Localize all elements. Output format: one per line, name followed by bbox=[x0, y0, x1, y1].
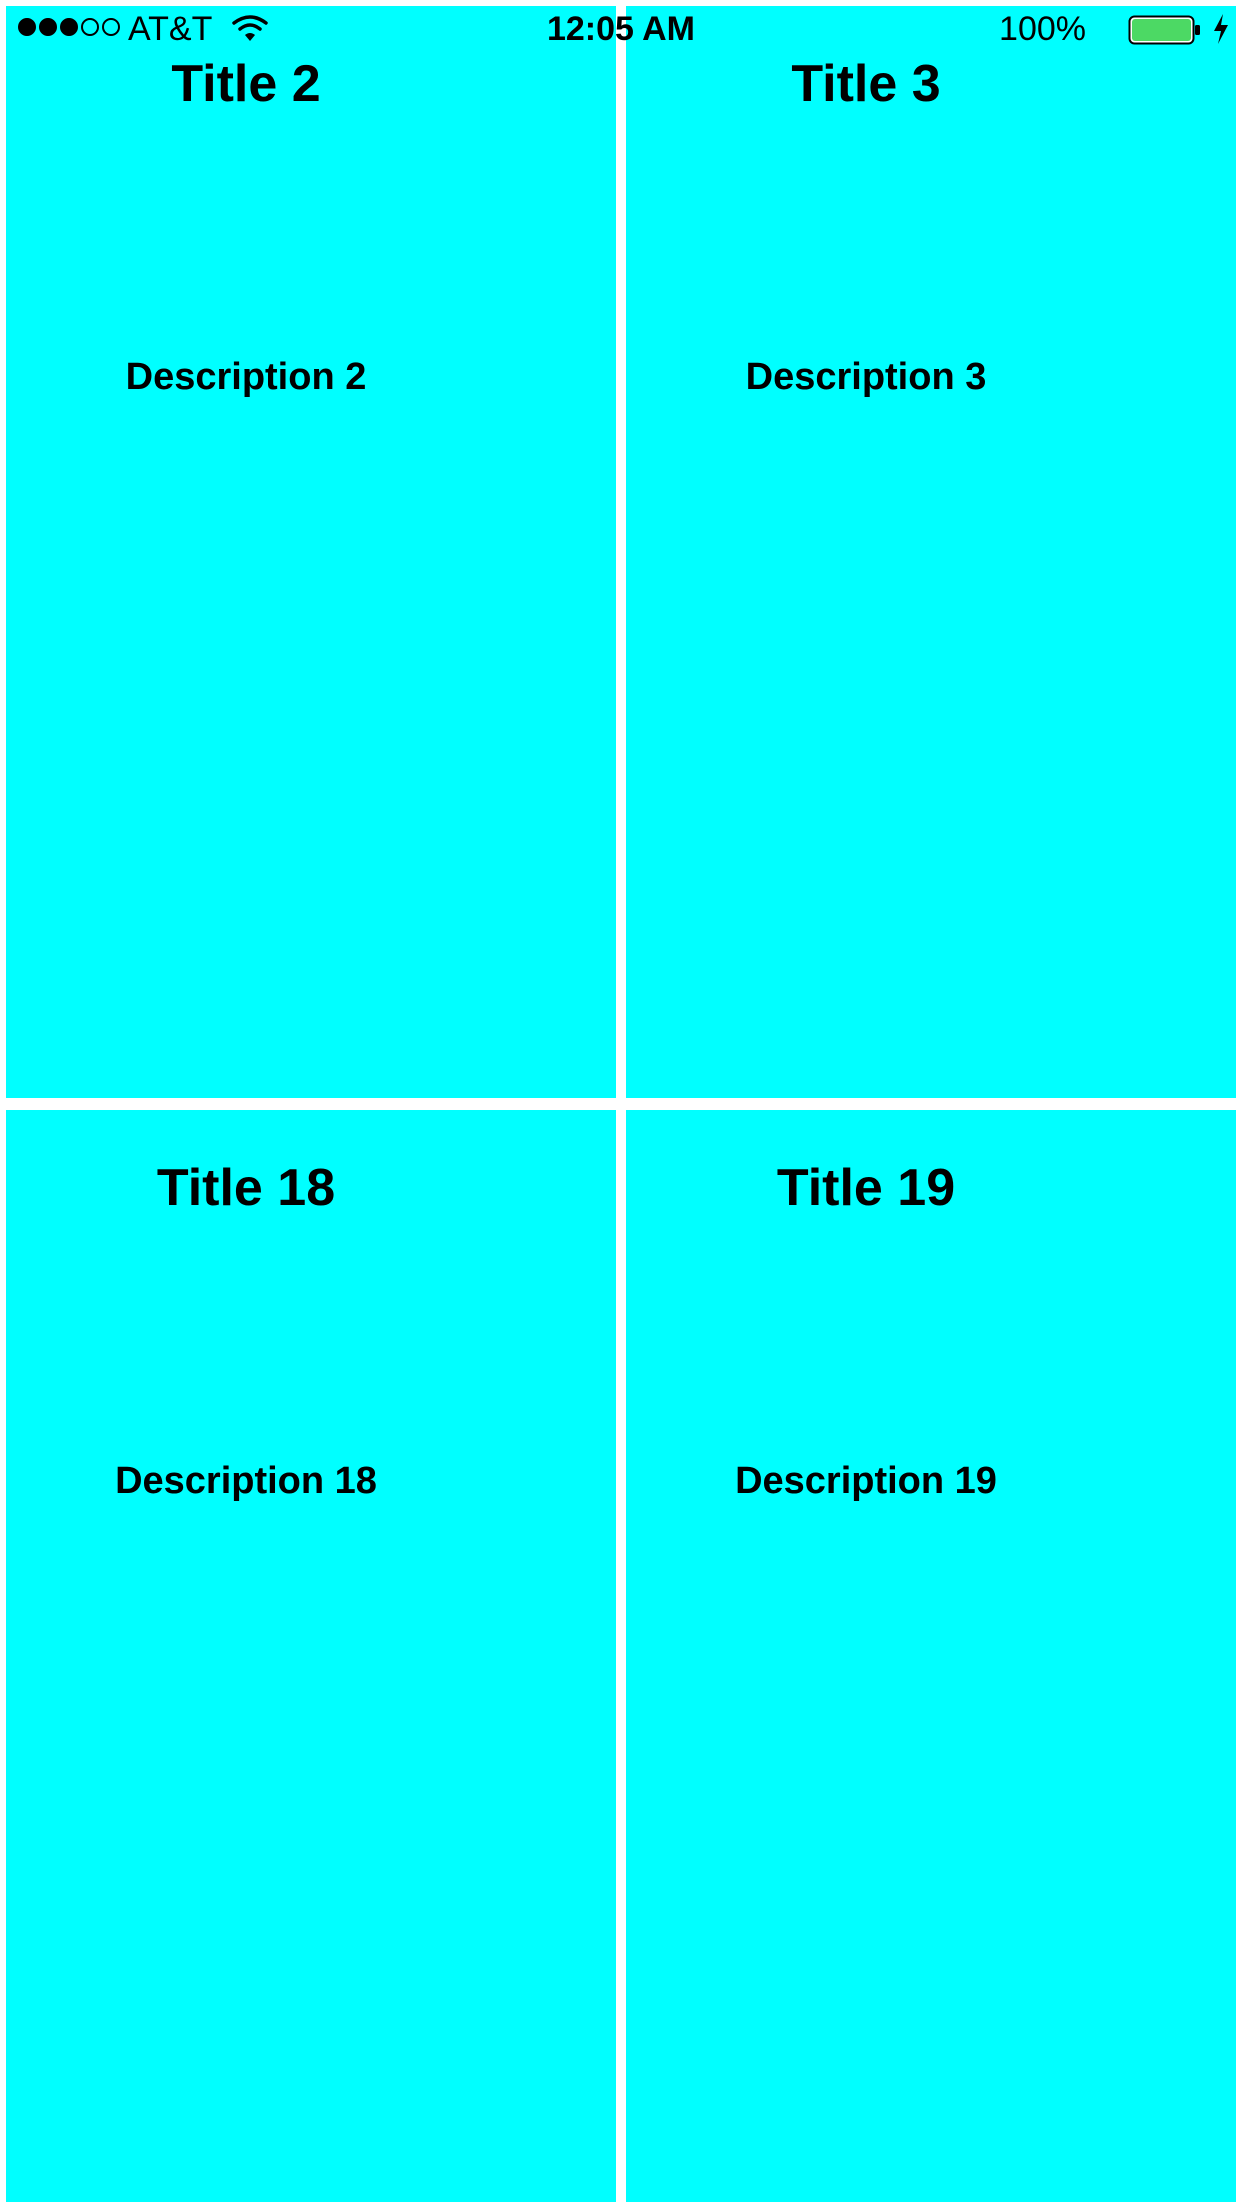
cell-title: Title 2 bbox=[171, 55, 321, 113]
battery-fill bbox=[1132, 19, 1191, 41]
cell-description: Description 18 bbox=[115, 1460, 377, 1502]
charging-bolt-icon bbox=[1214, 14, 1228, 44]
screen: Title 2 Description 2 Title 3 Descriptio… bbox=[0, 0, 1242, 2208]
grid-cell[interactable]: Title 3 Description 3 bbox=[626, 6, 1236, 1098]
battery-percent: 100% bbox=[999, 10, 1086, 48]
cell-title: Title 3 bbox=[791, 55, 941, 113]
status-bar: AT&T 12:05 AM 100% bbox=[0, 0, 1242, 60]
grid-cell[interactable]: Title 18 Description 18 bbox=[6, 1110, 616, 2202]
collection-grid[interactable]: Title 2 Description 2 Title 3 Descriptio… bbox=[6, 6, 1236, 2202]
grid-cell[interactable]: Title 19 Description 19 bbox=[626, 1110, 1236, 2202]
cell-description: Description 2 bbox=[125, 356, 367, 398]
cell-title: Title 18 bbox=[156, 1159, 336, 1217]
grid-cell[interactable]: Title 2 Description 2 bbox=[6, 6, 616, 1098]
cell-description: Description 19 bbox=[735, 1460, 997, 1502]
cell-description: Description 3 bbox=[745, 356, 987, 398]
battery-icon bbox=[1128, 15, 1200, 45]
cell-title: Title 19 bbox=[776, 1159, 956, 1217]
